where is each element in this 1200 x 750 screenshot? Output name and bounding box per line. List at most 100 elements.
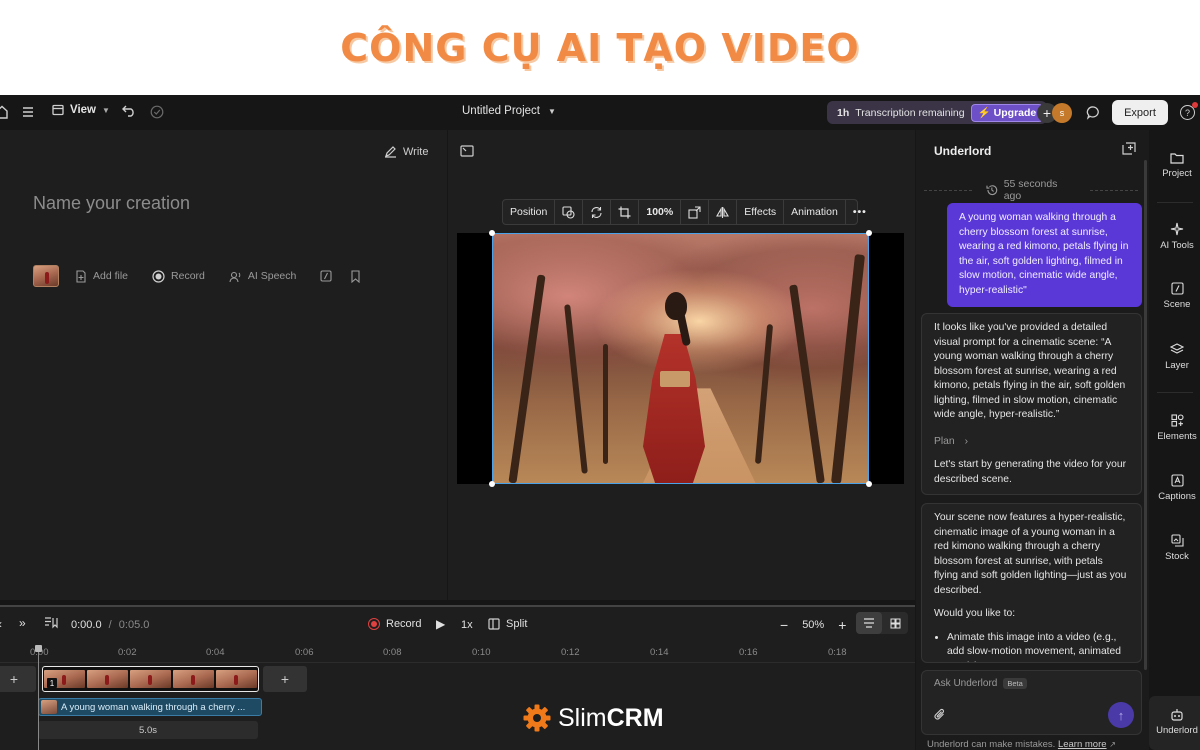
record-button[interactable]: Record xyxy=(152,269,205,283)
send-button[interactable]: ↑ xyxy=(1108,702,1134,728)
ruler-tick: 0:14 xyxy=(650,647,669,658)
beta-badge: Beta xyxy=(1003,678,1027,689)
rail-label: AI Tools xyxy=(1160,240,1194,251)
effects-button[interactable]: Effects xyxy=(737,200,785,224)
shape-mask-icon[interactable] xyxy=(555,200,584,224)
comment-icon[interactable] xyxy=(1086,105,1101,120)
zoom-out-icon[interactable]: − xyxy=(780,617,788,633)
chevron-down-icon: ▼ xyxy=(547,106,556,116)
watermark-brand-light: Slim xyxy=(558,703,607,732)
bookmark-icon[interactable] xyxy=(350,269,361,283)
ai-speech-button[interactable]: AI Speech xyxy=(229,270,296,283)
speaker-person-icon xyxy=(229,271,241,282)
rail-item-ai-tools[interactable]: AI Tools xyxy=(1149,222,1200,251)
resize-icon[interactable] xyxy=(681,200,710,224)
kimono-obi xyxy=(660,371,690,387)
paperclip-icon[interactable] xyxy=(934,708,946,726)
chat-timestamp: 55 seconds ago xyxy=(916,178,1146,202)
slash-command-icon[interactable] xyxy=(320,270,332,282)
avatar[interactable]: s xyxy=(1052,103,1072,123)
transcription-label: Transcription remaining xyxy=(855,106,965,119)
animation-button[interactable]: Animation xyxy=(784,200,846,224)
rail-item-underlord[interactable]: Underlord xyxy=(1149,708,1200,736)
add-clip-before-button[interactable]: + xyxy=(0,666,36,692)
saved-check-icon xyxy=(150,105,164,119)
timeline-record-label: Record xyxy=(386,618,422,630)
skip-forward-icon[interactable]: » xyxy=(19,616,26,630)
rail-item-elements[interactable]: Elements xyxy=(1149,414,1200,442)
chat-scrollbar[interactable] xyxy=(1144,160,1147,670)
resize-handle[interactable] xyxy=(489,230,495,236)
crop-icon[interactable] xyxy=(611,200,640,224)
zoom-in-icon[interactable]: + xyxy=(838,617,846,633)
grid-view-icon[interactable] xyxy=(882,612,908,634)
timeline-view-toggle xyxy=(856,612,908,634)
clip-number-badge: 1 xyxy=(47,678,57,688)
split-button[interactable]: Split xyxy=(488,618,527,630)
zoom-level: 50% xyxy=(802,619,825,631)
tree-trunk xyxy=(754,324,774,464)
rail-item-captions[interactable]: Captions xyxy=(1149,474,1200,502)
ruler-tick: 0:16 xyxy=(739,647,758,658)
script-toggle-icon[interactable] xyxy=(44,617,58,632)
rail-label: Captions xyxy=(1158,491,1196,502)
upgrade-button[interactable]: ⚡ Upgrade xyxy=(970,103,1044,122)
slimcrm-watermark: SlimCRM xyxy=(522,703,664,733)
flip-icon[interactable] xyxy=(709,200,738,224)
chat-input-box[interactable]: Ask Underlord Beta ↑ xyxy=(921,670,1142,735)
undo-icon[interactable] xyxy=(122,105,136,117)
add-clip-after-button[interactable]: + xyxy=(263,666,307,692)
rail-item-scene[interactable]: Scene xyxy=(1149,282,1200,310)
rail-item-project[interactable]: Project xyxy=(1149,152,1200,179)
new-chat-icon[interactable] xyxy=(1122,142,1136,160)
caption-clip[interactable]: A young woman walking through a cherry .… xyxy=(38,698,262,716)
plan-toggle[interactable]: Plan › xyxy=(934,435,1129,450)
assistant-question: Would you like to: xyxy=(934,608,1016,619)
banner-title: CÔNG CỤ AI TẠO VIDEO xyxy=(340,25,860,70)
creation-name-input[interactable]: Name your creation xyxy=(33,193,190,214)
rail-item-stock[interactable]: Stock xyxy=(1149,534,1200,562)
list-view-icon[interactable] xyxy=(856,612,882,634)
playhead[interactable] xyxy=(35,645,42,750)
menu-icon[interactable] xyxy=(22,106,34,118)
learn-more-link[interactable]: Learn more xyxy=(1058,739,1107,750)
time-ruler[interactable]: 0:00 0:02 0:04 0:06 0:08 0:10 0:12 0:14 … xyxy=(0,645,915,663)
home-icon[interactable] xyxy=(0,105,8,119)
stock-icon xyxy=(1170,534,1184,547)
timecode: 0:00.0 / 0:05.0 xyxy=(71,619,149,631)
play-icon[interactable]: ▶ xyxy=(436,617,445,631)
disclaimer-text: Underlord can make mistakes. xyxy=(927,739,1056,750)
playback-speed[interactable]: 1x xyxy=(461,619,473,631)
timeline-record-button[interactable]: Record xyxy=(368,618,421,630)
pen-icon xyxy=(385,146,396,158)
transcription-badge[interactable]: 1h Transcription remaining ⚡ Upgrade xyxy=(827,101,1048,124)
chevron-left-icon[interactable]: ‹ xyxy=(0,617,2,631)
media-thumbnail[interactable] xyxy=(33,265,59,287)
gear-logo-icon xyxy=(523,704,551,732)
view-menu[interactable]: View ▼ xyxy=(52,104,110,116)
zoom-percent[interactable]: 100% xyxy=(639,200,682,224)
project-title-menu[interactable]: Untitled Project ▼ xyxy=(462,105,556,117)
export-button[interactable]: Export xyxy=(1112,100,1168,125)
more-options-icon[interactable]: ••• xyxy=(846,200,874,224)
rail-item-layer[interactable]: Layer xyxy=(1149,343,1200,371)
clip-duration-bar[interactable]: 5.0s xyxy=(38,721,258,739)
resize-handle[interactable] xyxy=(866,481,872,487)
add-file-button[interactable]: Add file xyxy=(75,269,128,283)
replace-icon[interactable] xyxy=(583,200,612,224)
record-icon xyxy=(152,269,165,283)
resize-handle[interactable] xyxy=(866,230,872,236)
tree-trunk xyxy=(831,254,865,483)
video-clip[interactable]: 1 xyxy=(42,666,259,692)
resize-handle[interactable] xyxy=(489,481,495,487)
video-preview[interactable] xyxy=(492,233,869,484)
write-button[interactable]: Write xyxy=(384,145,428,158)
caption-clip-text: A young woman walking through a cherry .… xyxy=(61,701,246,713)
clip-frame xyxy=(173,670,214,688)
ruler-tick: 0:18 xyxy=(828,647,847,658)
rail-label: Stock xyxy=(1165,551,1189,562)
position-button[interactable]: Position xyxy=(503,200,556,224)
right-sidebar: Project AI Tools Scene Layer Elements Ca… xyxy=(1149,130,1200,750)
aspect-ratio-icon[interactable] xyxy=(460,144,474,162)
clip-frame xyxy=(216,670,257,688)
